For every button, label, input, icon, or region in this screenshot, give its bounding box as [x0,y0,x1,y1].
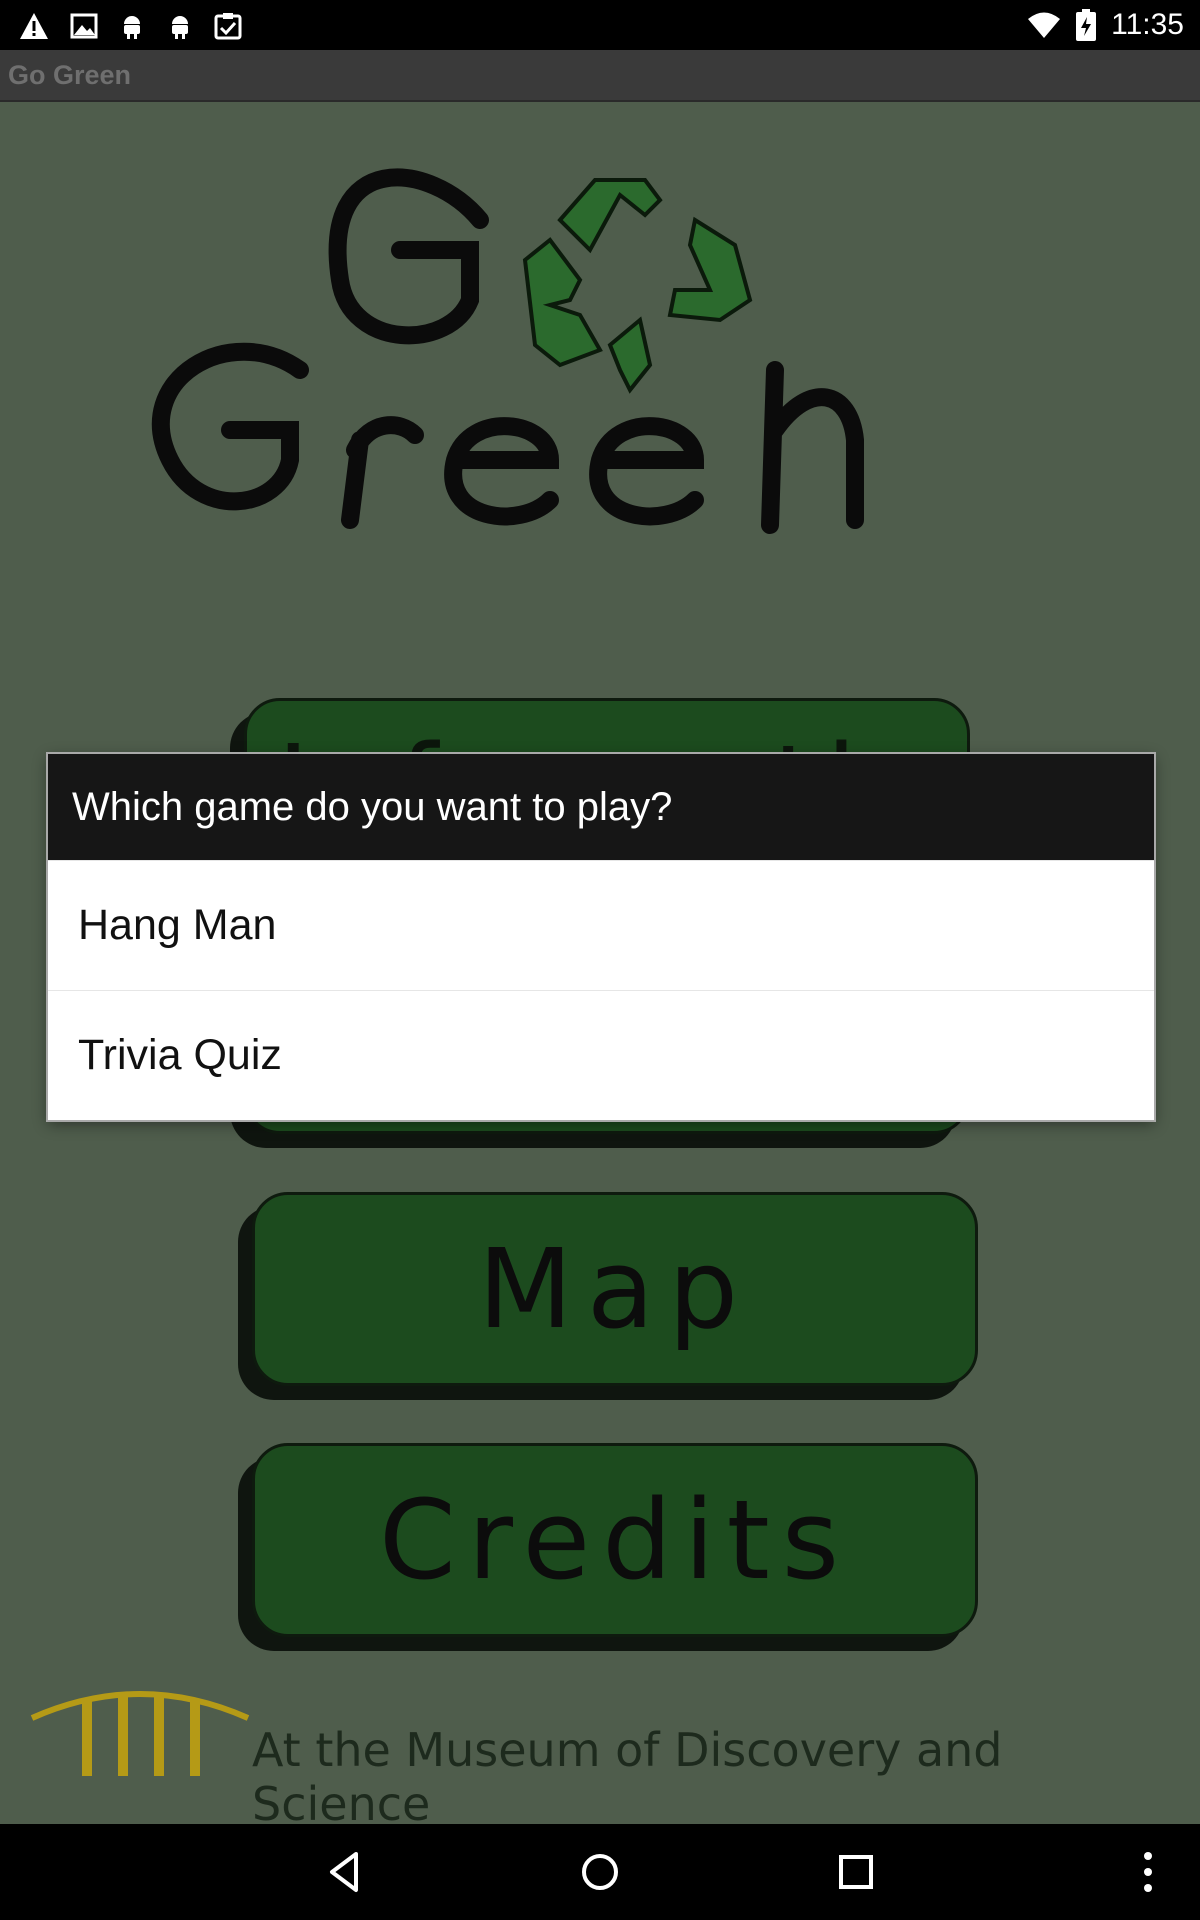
game-choice-dialog: Which game do you want to play? Hang Man… [48,754,1154,1120]
home-icon[interactable] [576,1848,624,1896]
credits-button[interactable]: Credits [252,1443,978,1637]
status-right: 11:35 [1027,0,1184,50]
option-hang-man[interactable]: Hang Man [48,860,1154,990]
go-green-logo [151,168,864,534]
museum-text: At the Museum of Discovery and Science [252,1723,1003,1831]
android-icon [124,16,140,39]
clipboard-check-icon [214,13,242,40]
status-time: 11:35 [1111,8,1184,41]
museum-footer: At the Museum of Discovery and Science [30,1680,1180,1831]
option-trivia-quiz[interactable]: Trivia Quiz [48,990,1154,1120]
status-bar: 11:35 [0,0,1200,50]
image-icon [70,13,98,39]
wifi-icon [1028,12,1061,38]
back-icon[interactable] [322,1848,370,1896]
recents-icon[interactable] [832,1848,880,1896]
warning-icon [20,13,48,39]
museum-logo-icon [30,1691,250,1776]
android-icon [172,16,188,39]
app-bar: Go Green [0,50,1200,102]
recycle-icon [522,178,753,394]
credits-label: Credits [378,1476,852,1604]
app-title: Go Green [8,60,132,90]
battery-charging-icon [1076,9,1097,41]
map-label: Map [477,1225,753,1353]
navigation-bar [0,1824,1200,1920]
map-button[interactable]: Map [252,1192,978,1386]
overflow-icon[interactable] [1124,1848,1172,1896]
dialog-title: Which game do you want to play? [48,754,1154,860]
